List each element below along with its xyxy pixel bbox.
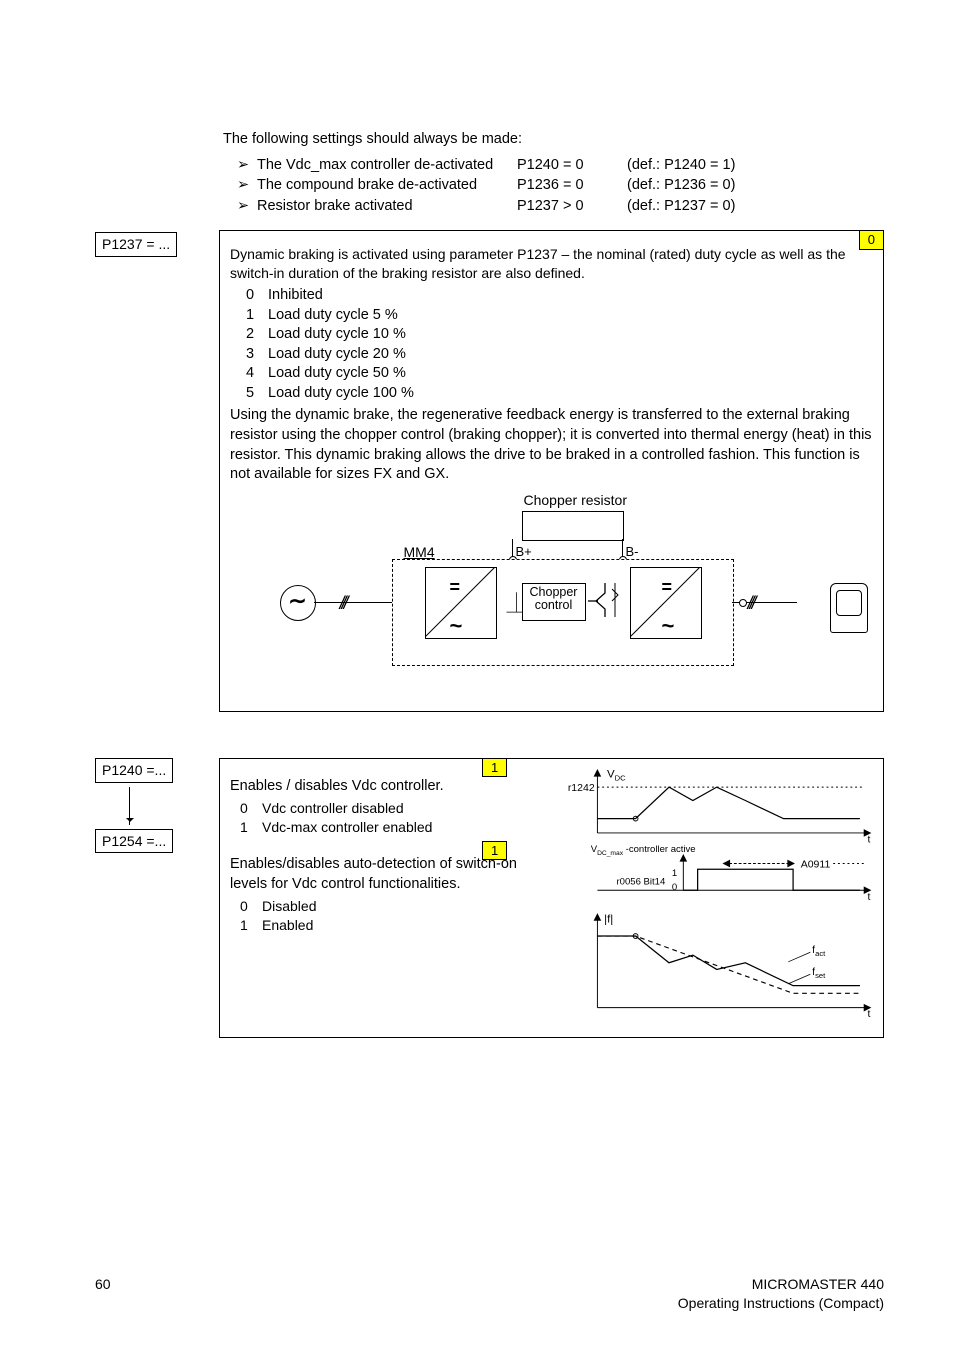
p1237-lead: Dynamic braking is activated using param… <box>230 245 873 283</box>
p1237-trail: Using the dynamic brake, the regenerativ… <box>230 406 873 484</box>
svg-text:r1242: r1242 <box>568 782 595 794</box>
bullet-label: Resistor brake activated <box>257 197 517 217</box>
param-box-p1254: P1254 =... <box>95 829 173 854</box>
opt-t: Load duty cycle 5 % <box>268 306 398 326</box>
opt-t: Load duty cycle 100 % <box>268 384 414 404</box>
opt-t: Load duty cycle 20 % <box>268 345 406 365</box>
bullet-value: P1236 = 0 <box>517 176 627 196</box>
bullet-label: The compound brake de-activated <box>257 176 517 196</box>
p1237-row: P1237 = ... 0 Dynamic braking is activat… <box>95 230 884 711</box>
p1240-lead: Enables / disables Vdc controller. <box>230 777 550 797</box>
opt-t: Load duty cycle 10 % <box>268 325 406 345</box>
motor-icon <box>830 583 868 633</box>
opt-t: Vdc-max controller enabled <box>262 818 432 837</box>
opt-t: Enabled <box>262 916 313 935</box>
svg-text:r0056 Bit14: r0056 Bit14 <box>617 876 666 887</box>
svg-text:A0911: A0911 <box>801 858 831 870</box>
svg-text:1: 1 <box>672 868 677 879</box>
p1237-panel: 0 Dynamic braking is activated using par… <box>219 230 884 711</box>
opt-n: 0 <box>240 897 262 916</box>
opt-t: Load duty cycle 50 % <box>268 364 406 384</box>
flow-arrow-icon <box>129 787 130 825</box>
node-icon <box>739 599 747 607</box>
ac-symbol-icon: ~ <box>662 611 675 641</box>
intro-text: The following settings should always be … <box>223 130 884 150</box>
svg-text:t: t <box>868 833 871 845</box>
opt-n: 1 <box>246 306 268 326</box>
label-chopper-resistor: Chopper resistor <box>524 491 628 510</box>
opt-n: 2 <box>246 325 268 345</box>
bullet-value: P1237 > 0 <box>517 197 627 217</box>
p1237-circuit-diagram: Chopper resistor B+ B- MM4 = ~ ⏊ Chopper… <box>232 491 872 701</box>
dc-symbol-icon: = <box>450 575 461 599</box>
bullet-row: ➢ Resistor brake activated P1237 > 0 (de… <box>237 197 884 217</box>
svg-text:0: 0 <box>672 882 677 893</box>
igbt-icon <box>588 583 622 624</box>
param-box-p1237: P1237 = ... <box>95 232 177 257</box>
opt-n: 3 <box>246 345 268 365</box>
svg-text:fset: fset <box>812 966 826 980</box>
footer-title: MICROMASTER 440 <box>678 1275 884 1294</box>
ac-source-icon: ∼ <box>280 585 316 621</box>
p1240-options: 0Vdc controller disabled 1Vdc-max contro… <box>240 799 550 837</box>
settings-bullet-list: ➢ The Vdc_max controller de-activated P1… <box>237 156 884 217</box>
page-number: 60 <box>95 1275 111 1313</box>
three-phase-icon: /// <box>340 591 346 615</box>
access-level-tab: 1 <box>482 841 507 861</box>
access-level-tab: 1 <box>482 758 507 778</box>
arrow-icon: ➢ <box>237 156 251 176</box>
access-level-tab: 0 <box>859 230 884 250</box>
opt-n: 4 <box>246 364 268 384</box>
dc-symbol-icon: = <box>662 575 673 599</box>
bullet-label: The Vdc_max controller de-activated <box>257 156 517 176</box>
param-box-p1240: P1240 =... <box>95 758 173 783</box>
svg-text:VDC: VDC <box>607 768 626 782</box>
opt-n: 1 <box>240 916 262 935</box>
svg-text:VDC_max -controller active: VDC_max -controller active <box>591 844 696 857</box>
arrow-icon: ➢ <box>237 197 251 217</box>
opt-t: Inhibited <box>268 286 323 306</box>
chopper-control-line1: Chopper <box>530 585 578 599</box>
p1240-row: P1240 =... P1254 =... 1 Enables / disabl… <box>95 758 884 1039</box>
bullet-value: P1240 = 0 <box>517 156 627 176</box>
bullet-default: (def.: P1237 = 0) <box>627 197 735 217</box>
svg-text:|f|: |f| <box>604 913 613 925</box>
bullet-row: ➢ The Vdc_max controller de-activated P1… <box>237 156 884 176</box>
opt-n: 5 <box>246 384 268 404</box>
bullet-row: ➢ The compound brake de-activated P1236 … <box>237 176 884 196</box>
opt-n: 0 <box>246 286 268 306</box>
svg-text:t: t <box>868 1008 871 1020</box>
chopper-control-box: Chopper control <box>522 583 586 621</box>
arrow-icon: ➢ <box>237 176 251 196</box>
page-footer: 60 MICROMASTER 440 Operating Instruction… <box>95 1275 884 1313</box>
ac-symbol-icon: ~ <box>450 611 463 641</box>
svg-text:t: t <box>868 890 871 902</box>
chopper-control-line2: control <box>535 598 573 612</box>
bullet-default: (def.: P1236 = 0) <box>627 176 735 196</box>
p1254-options: 0Disabled 1Enabled <box>240 897 550 935</box>
p1237-options: 0Inhibited 1Load duty cycle 5 % 2Load du… <box>246 286 873 403</box>
bullet-default: (def.: P1240 = 1) <box>627 156 735 176</box>
opt-t: Vdc controller disabled <box>262 799 404 818</box>
vdc-chart-svg: VDC r1242 t VDC_max -controller active 1 <box>564 765 879 1025</box>
chopper-resistor-icon <box>522 511 624 541</box>
opt-n: 0 <box>240 799 262 818</box>
terminal-b-minus: B- <box>626 543 639 561</box>
vdc-chart: VDC r1242 t VDC_max -controller active 1 <box>560 759 883 1038</box>
terminal-b-plus: B+ <box>516 543 532 561</box>
footer-subtitle: Operating Instructions (Compact) <box>678 1294 884 1313</box>
p1240-panel: 1 Enables / disables Vdc controller. 0Vd… <box>219 758 884 1039</box>
opt-t: Disabled <box>262 897 316 916</box>
svg-text:fact: fact <box>812 944 826 958</box>
three-phase-icon: /// <box>748 591 754 615</box>
opt-n: 1 <box>240 818 262 837</box>
